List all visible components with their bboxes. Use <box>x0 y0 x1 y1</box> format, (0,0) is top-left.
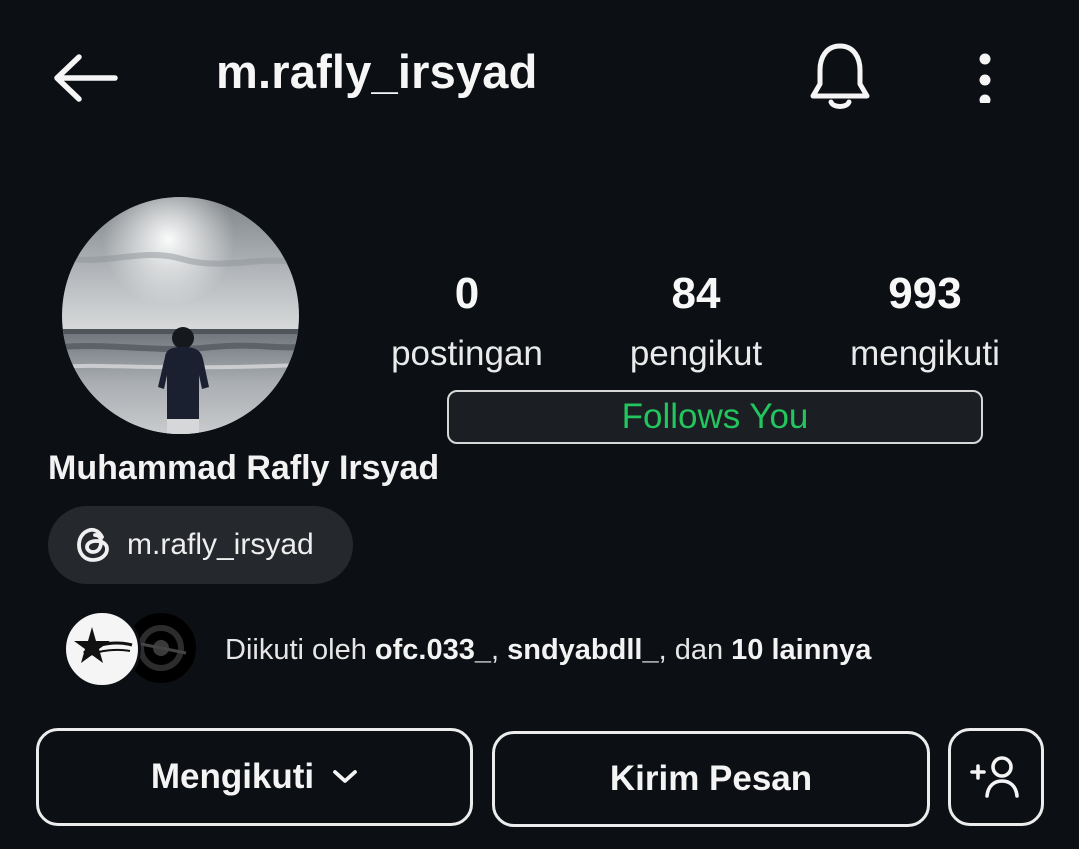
followed-by-prefix: Diikuti oleh <box>225 634 375 666</box>
profile-avatar[interactable] <box>62 197 299 434</box>
following-label: mengikuti <box>850 334 1000 373</box>
bell-icon <box>810 43 870 109</box>
following-button-label: Mengikuti <box>150 757 315 796</box>
chevron-down-icon <box>333 770 358 783</box>
followers-label: pengikut <box>629 334 763 373</box>
stat-followers[interactable]: 84 pengikut <box>596 272 796 374</box>
stat-following[interactable]: 993 mengikuti <box>825 272 1025 374</box>
stat-posts[interactable]: 0 postingan <box>367 272 567 374</box>
message-button[interactable]: Kirim Pesan <box>492 731 930 827</box>
more-options-button[interactable] <box>960 44 1010 110</box>
page-title: m.rafly_irsyad <box>216 45 538 98</box>
following-button[interactable]: Mengikuti <box>36 728 473 826</box>
mutual-others[interactable]: 10 lainnya <box>731 634 871 666</box>
back-button[interactable] <box>44 42 124 114</box>
following-count: 993 <box>888 269 962 318</box>
mutual-user-1[interactable]: ofc.033_ <box>375 634 491 666</box>
follows-you-badge: Follows You <box>447 390 983 444</box>
followed-by-mid: , dan <box>658 634 732 666</box>
suggested-users-button[interactable] <box>948 728 1044 826</box>
notification-button[interactable] <box>800 36 880 116</box>
message-button-label: Kirim Pesan <box>609 759 813 798</box>
add-person-icon <box>970 756 1019 798</box>
display-name: Muhammad Rafly Irsyad <box>48 449 440 487</box>
threads-link[interactable]: m.rafly_irsyad <box>48 506 353 584</box>
avatar-image <box>62 197 299 434</box>
arrow-left-icon <box>54 54 118 102</box>
posts-label: postingan <box>391 334 543 373</box>
followed-by-sep: , <box>490 634 508 666</box>
threads-icon <box>77 527 109 562</box>
mutual-avatar-1 <box>63 610 141 688</box>
mutual-followers-avatars[interactable] <box>63 610 199 690</box>
posts-count: 0 <box>454 269 480 318</box>
more-vertical-icon <box>979 53 991 103</box>
followed-by-text[interactable]: Diikuti oleh ofc.033_, sndyabdll_, dan 1… <box>225 634 871 667</box>
followers-count: 84 <box>671 269 721 318</box>
threads-handle: m.rafly_irsyad <box>127 528 314 561</box>
mutual-user-2[interactable]: sndyabdll_ <box>507 634 659 666</box>
